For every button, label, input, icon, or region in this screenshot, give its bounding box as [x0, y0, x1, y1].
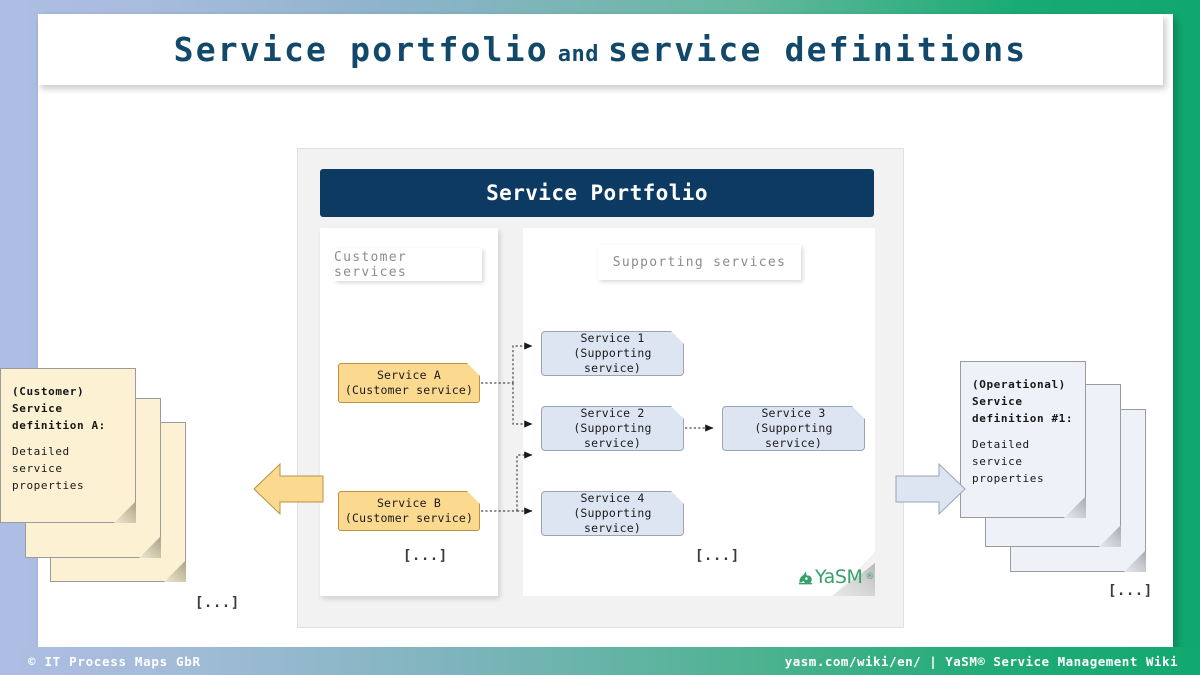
supporting-services-ellipsis: [...]	[695, 548, 740, 564]
page-title-connector: and	[557, 42, 600, 67]
node-service-b-kind: (Customer service)	[344, 511, 474, 525]
node-service-4-kind: (Supporting service)	[573, 505, 652, 536]
node-service-a[interactable]: Service A (Customer service)	[338, 363, 480, 403]
node-service-3-kind: (Supporting service)	[754, 420, 833, 451]
node-service-4[interactable]: Service 4 (Supporting service)	[541, 491, 684, 536]
node-service-b-name: Service B	[376, 495, 442, 510]
service-portfolio-header: Service Portfolio	[320, 169, 874, 217]
customer-definition-header: (Customer) Service definition A:	[12, 385, 106, 433]
footer-bar: © IT Process Maps GbR yasm.com/wiki/en/ …	[0, 647, 1200, 675]
doc-sheet-front[interactable]: (Customer) Service definition A: Detaile…	[0, 368, 136, 523]
customer-definition-body: Detailed service properties	[12, 445, 85, 493]
operational-definition-body: Detailed service properties	[972, 438, 1045, 486]
customer-services-ellipsis: [...]	[403, 548, 448, 564]
page-fold-icon	[1124, 550, 1146, 572]
yasm-registered-mark: ®	[865, 572, 875, 582]
customer-stack-ellipsis: [...]	[195, 595, 240, 611]
node-service-3-name: Service 3	[761, 405, 826, 420]
footer-copyright: © IT Process Maps GbR	[28, 653, 201, 669]
customer-services-label: Customer services	[334, 248, 482, 281]
page-fold-icon	[114, 501, 136, 523]
node-service-1[interactable]: Service 1 (Supporting service)	[541, 331, 684, 376]
node-service-1-name: Service 1	[580, 330, 645, 345]
node-service-b[interactable]: Service B (Customer service)	[338, 491, 480, 531]
doc-sheet-front-text: (Operational) Service definition #1: Det…	[972, 376, 1075, 487]
footer-source-link[interactable]: yasm.com/wiki/en/ | YaSM® Service Manage…	[785, 654, 1178, 669]
node-service-2-name: Service 2	[580, 405, 645, 420]
page-title-part-1: Service portfolio	[173, 30, 549, 69]
operational-definition-header: (Operational) Service definition #1:	[972, 378, 1074, 426]
node-service-3[interactable]: Service 3 (Supporting service)	[722, 406, 865, 451]
customer-services-panel	[320, 228, 498, 596]
node-service-2-kind: (Supporting service)	[573, 420, 652, 451]
node-service-4-name: Service 4	[580, 490, 645, 505]
yasm-wordmark: YaSM	[815, 566, 863, 588]
doc-sheet-front[interactable]: (Operational) Service definition #1: Det…	[960, 361, 1086, 518]
node-service-a-name: Service A	[376, 367, 442, 382]
node-service-a-kind: (Customer service)	[344, 383, 474, 397]
yasm-logo: YaSM ®	[798, 566, 875, 588]
node-service-2[interactable]: Service 2 (Supporting service)	[541, 406, 684, 451]
yasm-leaf-icon	[798, 570, 813, 585]
doc-sheet-front-text: (Customer) Service definition A: Detaile…	[12, 383, 125, 494]
page-fold-icon	[1099, 525, 1121, 547]
title-card: Service portfolio and service definitions	[38, 14, 1163, 85]
page-fold-icon	[164, 560, 186, 582]
arrow-left-to-customer-definitions	[253, 462, 324, 516]
page-title-part-2: service definitions	[608, 30, 1028, 69]
service-portfolio-header-label: Service Portfolio	[486, 181, 708, 205]
arrow-right-to-operational-definitions	[895, 462, 966, 516]
page-fold-icon	[139, 536, 161, 558]
page-title: Service portfolio and service definitions	[174, 30, 1028, 69]
operational-stack-ellipsis: [...]	[1108, 583, 1153, 599]
page-fold-icon	[1064, 496, 1086, 518]
supporting-services-label: Supporting services	[598, 245, 801, 280]
node-service-1-kind: (Supporting service)	[573, 345, 652, 376]
